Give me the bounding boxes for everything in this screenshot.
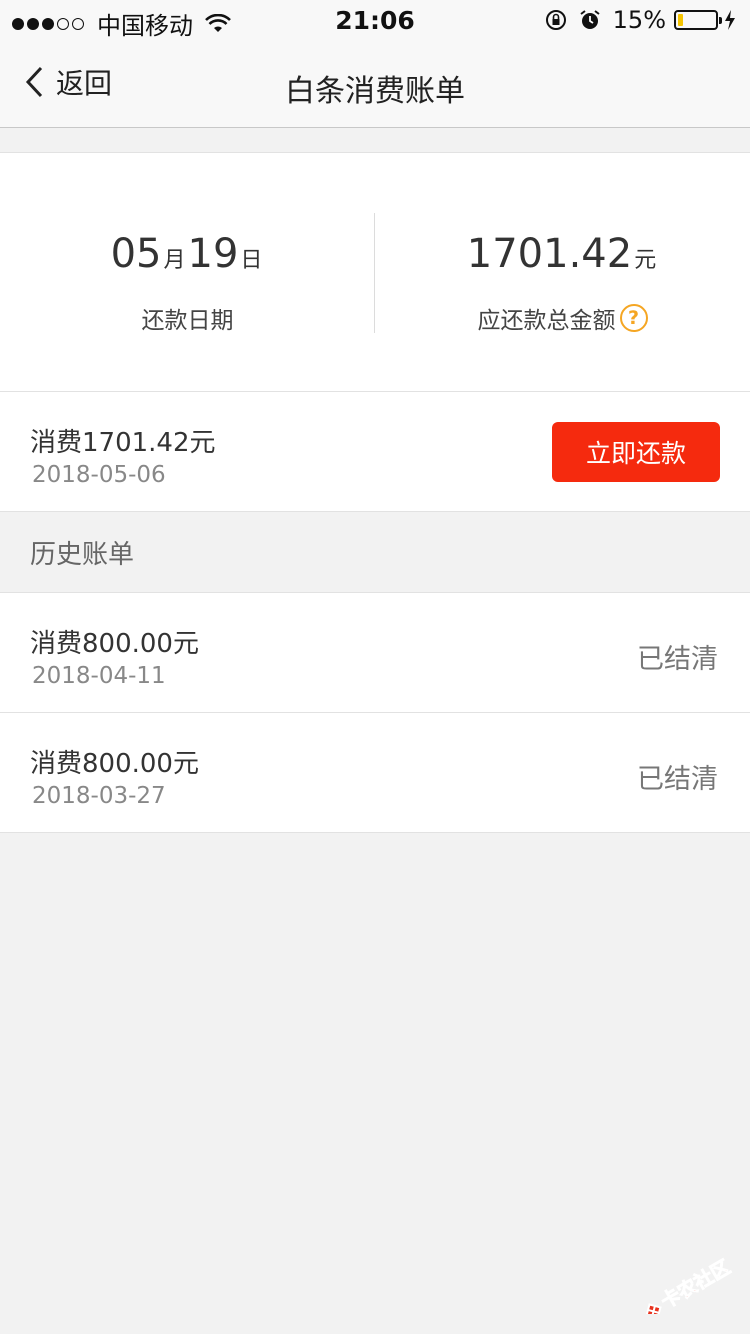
repayment-date: 05月19日: [0, 229, 375, 279]
repayment-date-section: 05月19日 还款日期: [0, 229, 375, 335]
current-bill-title: 消费1701.42元: [30, 428, 216, 458]
battery-icon: [674, 10, 722, 30]
charging-bolt-icon: [725, 10, 735, 30]
rotation-lock-icon: [545, 10, 566, 30]
day-unit: 日: [240, 248, 263, 273]
battery-fill: [678, 14, 684, 26]
history-bill-list: 消费800.00元 2018-04-11 已结清 消费800.00元 2018-…: [0, 592, 750, 833]
history-bill-item[interactable]: 消费800.00元 2018-04-11 已结清: [0, 593, 750, 713]
history-bill-date: 2018-04-11: [32, 663, 166, 689]
repayment-day: 19: [187, 231, 239, 277]
history-header-label: 历史账单: [30, 540, 135, 570]
page-title: 白条消费账单: [285, 74, 465, 109]
total-amount: 1701.42元: [375, 229, 750, 279]
history-bill-status: 已结清: [637, 644, 718, 675]
pay-now-button[interactable]: 立即还款: [552, 422, 720, 482]
current-bill-date: 2018-05-06: [32, 462, 166, 488]
total-amount-value: 1701.42: [466, 231, 633, 277]
history-bill-title: 消费800.00元: [30, 749, 199, 779]
repayment-month: 05: [110, 231, 162, 277]
svg-text:卡农社区: 卡农社区: [657, 1255, 734, 1313]
current-bill-row: 消费1701.42元 2018-05-06 立即还款: [0, 392, 750, 512]
watermark-logo: 卡农社区: [645, 1255, 735, 1314]
battery-percent: 15%: [612, 6, 666, 34]
history-bill-item[interactable]: 消费800.00元 2018-03-27 已结清: [0, 713, 750, 833]
navigation-bar: 返回 白条消费账单: [0, 40, 750, 128]
total-amount-section: 1701.42元 应还款总金额 ?: [375, 229, 750, 335]
history-section-header: 历史账单: [0, 512, 750, 592]
history-bill-date: 2018-03-27: [32, 783, 166, 809]
status-bar: 中国移动 21:06 15%: [0, 0, 750, 40]
total-amount-label: 应还款总金额: [477, 308, 616, 334]
month-unit: 月: [163, 248, 186, 273]
history-bill-status: 已结清: [637, 764, 718, 795]
amount-unit: 元: [634, 248, 657, 273]
alarm-icon: [580, 10, 600, 29]
bill-summary-card: 05月19日 还款日期 1701.42元 应还款总金额 ?: [0, 152, 750, 392]
help-icon[interactable]: ?: [619, 304, 648, 332]
repayment-date-label: 还款日期: [141, 308, 234, 334]
status-bar-right: 15%: [545, 6, 736, 34]
history-bill-title: 消费800.00元: [30, 629, 199, 659]
